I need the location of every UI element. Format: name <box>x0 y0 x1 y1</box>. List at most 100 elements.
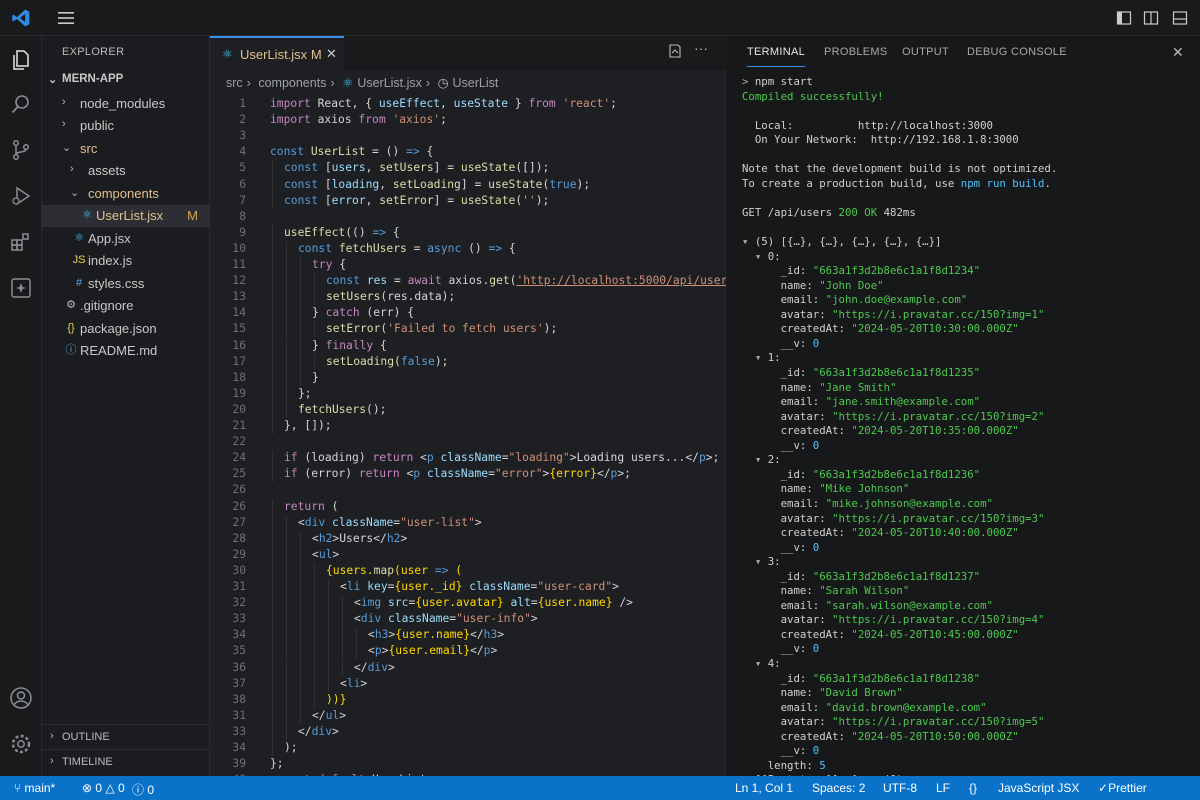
indent-guide <box>272 723 273 740</box>
line-text: fetchUsers(); <box>298 402 387 416</box>
line-text: <div className="user-list"> <box>298 515 482 529</box>
tab-problems[interactable]: PROBLEMS <box>824 46 888 58</box>
line-text: } finally { <box>312 338 387 352</box>
timeline-section[interactable]: › TIMELINE <box>42 749 210 773</box>
line-text: }; <box>298 386 312 400</box>
react-icon: ⚛ <box>222 47 233 61</box>
open-changes-icon[interactable] <box>668 44 682 58</box>
extensions-icon[interactable] <box>9 230 33 254</box>
tab-output[interactable]: OUTPUT <box>902 46 949 58</box>
symbol-icon: ◷ <box>437 76 449 90</box>
split-editor-icon[interactable] <box>1143 10 1159 26</box>
tree-item[interactable]: ⓘ README.md <box>42 340 210 362</box>
indent-guide <box>272 385 273 402</box>
breadcrumb-src[interactable]: src <box>226 76 243 90</box>
indent-guide <box>300 707 301 724</box>
more-actions-icon[interactable]: ··· <box>694 40 708 56</box>
indentation[interactable]: Spaces: 2 <box>812 781 865 795</box>
line-number: 22 <box>232 435 246 449</box>
indent-guide <box>300 257 301 273</box>
indent-guide <box>356 627 357 644</box>
settings-gear-icon[interactable] <box>9 732 33 756</box>
tree-item[interactable]: › node_modules <box>42 93 210 115</box>
indent-guide <box>300 691 301 708</box>
code-line: 35 <p>{user.email}</p> <box>210 643 726 660</box>
line-text: <li> <box>340 676 368 690</box>
indent-guide <box>300 530 301 547</box>
tree-item[interactable]: ⌄ components <box>42 183 210 205</box>
project-root[interactable]: ⌄ MERN-APP <box>42 70 210 92</box>
explorer-icon[interactable] <box>9 48 33 72</box>
breadcrumb-symbol[interactable]: UserList <box>452 76 498 90</box>
layout-grid-icon[interactable] <box>1172 10 1188 26</box>
line-text: } <box>312 370 319 384</box>
tab-userlist[interactable]: ⚛ UserList.jsx M ✕ <box>210 36 344 70</box>
tree-item[interactable]: › assets <box>42 160 210 182</box>
end-of-line[interactable]: LF <box>936 781 950 795</box>
line-number: 30 <box>232 563 246 577</box>
errors-indicator[interactable]: ⊗ 0 △ 0 <box>82 781 125 795</box>
run-debug-icon[interactable] <box>9 184 33 208</box>
outline-section[interactable]: › OUTLINE <box>42 724 210 748</box>
indent-guide <box>286 353 287 370</box>
indent-guide <box>272 466 273 483</box>
indent-guide <box>300 369 301 386</box>
line-number: 25 <box>232 467 246 481</box>
tab-terminal[interactable]: TERMINAL <box>747 46 806 67</box>
terminal-line: Local: http://localhost:3000 <box>742 118 993 132</box>
indent-guide <box>314 321 315 338</box>
line-text: <p>{user.email}</p> <box>368 644 498 658</box>
close-panel-icon[interactable]: ✕ <box>1172 44 1184 61</box>
toggle-sidebar-icon[interactable] <box>1116 10 1132 26</box>
tree-item[interactable]: # styles.css <box>42 273 210 295</box>
tree-item[interactable]: ⚙ .gitignore <box>42 295 210 317</box>
source-control-icon[interactable] <box>9 138 33 162</box>
ports-indicator[interactable]: ⓘ 0 <box>132 781 154 798</box>
formatter-status[interactable]: ✓Prettier <box>1098 781 1147 795</box>
tree-item[interactable]: ⌄ src <box>42 138 210 160</box>
tree-item[interactable]: ⚛ App.jsx <box>42 228 210 250</box>
code-line: 33 <div className="user-info"> <box>210 611 726 628</box>
indent-guide <box>272 353 273 370</box>
tree-item[interactable]: ⚛ UserList.jsx M <box>42 205 210 227</box>
line-number: 33 <box>232 612 246 626</box>
indent-guide <box>300 353 301 370</box>
line-text: <ul> <box>312 547 340 561</box>
language-mode[interactable]: JavaScript JSX <box>998 781 1079 795</box>
cursor-position[interactable]: Ln 1, Col 1 <box>735 781 793 795</box>
terminal-line: ▾ (5) [{…}, {…}, {…}, {…}, {…}] <box>742 235 942 249</box>
indent-guide <box>300 273 301 290</box>
line-text: ); <box>284 741 298 754</box>
tab-debug-console[interactable]: DEBUG CONSOLE <box>967 46 1067 58</box>
account-icon[interactable] <box>9 686 33 710</box>
line-text: import axios from 'axios'; <box>270 113 447 127</box>
tree-item[interactable]: {} package.json <box>42 318 210 340</box>
remote-explorer-icon[interactable] <box>9 276 33 300</box>
code-line: 11 try { <box>210 257 726 273</box>
indent-guide <box>286 595 287 612</box>
indent-guide <box>314 675 315 692</box>
breadcrumb-file[interactable]: UserList.jsx <box>357 76 422 90</box>
line-text: }; <box>270 757 284 771</box>
language-braces[interactable]: {} <box>969 781 977 795</box>
breadcrumb-components[interactable]: components <box>258 76 326 90</box>
tab-modified-mark: M <box>310 47 322 62</box>
line-text: </div> <box>354 660 395 674</box>
code-line: 34 <h3>{user.name}</h3> <box>210 627 726 644</box>
tree-item[interactable]: JS index.js <box>42 250 210 272</box>
tree-item[interactable]: › public <box>42 115 210 137</box>
line-text: </div> <box>298 724 339 738</box>
code-line: 31 <li key={user._id} className="user-car… <box>210 579 726 595</box>
search-icon[interactable] <box>9 92 33 116</box>
indent-guide <box>314 659 315 676</box>
branch-indicator[interactable]: ⑂ main* <box>14 781 55 795</box>
indent-guide <box>272 257 273 273</box>
terminal-line: name: "John Doe" <box>742 278 884 292</box>
encoding[interactable]: UTF-8 <box>883 781 917 795</box>
menu-icon[interactable] <box>56 10 76 26</box>
code-view[interactable]: 1 import React, { useEffect, useState } f… <box>210 94 726 776</box>
terminal-line: ▾ 3: <box>754 555 781 569</box>
close-icon[interactable]: ✕ <box>326 46 337 62</box>
code-line: 12 const res = await axios.get('http://lo… <box>210 273 726 290</box>
indent-guide <box>286 643 287 660</box>
